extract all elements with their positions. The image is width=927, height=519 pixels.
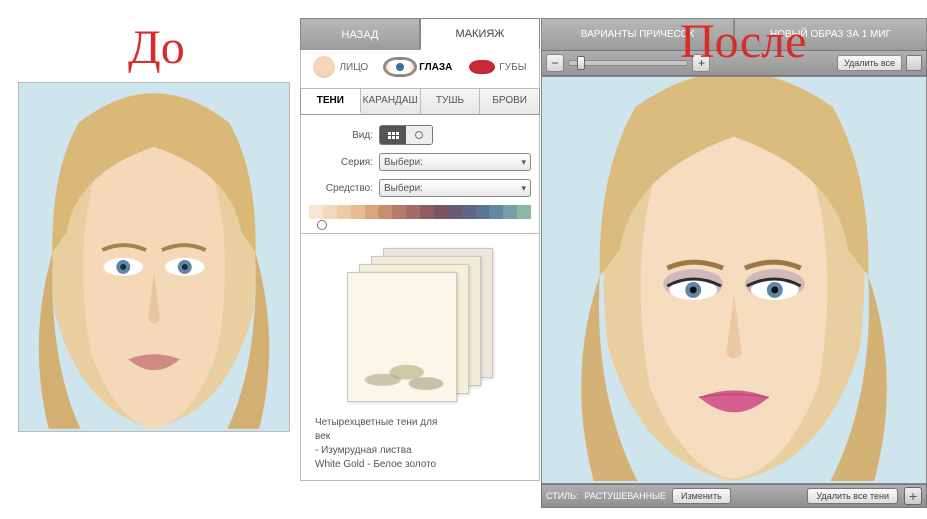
face-illustration-after — [542, 77, 926, 483]
product-label: Средство: — [309, 183, 373, 194]
swatch-line: - Изумрудная листва — [315, 444, 525, 458]
face-icon — [313, 56, 335, 78]
palette-swatch[interactable] — [420, 205, 434, 219]
palette-swatch[interactable] — [476, 205, 490, 219]
top-tabs: НАЗАД МАКИЯЖ — [300, 18, 540, 50]
swatch-line: век — [315, 430, 525, 444]
palette-swatch[interactable] — [378, 205, 392, 219]
zoom-in-button[interactable]: + — [692, 54, 710, 72]
palette-swatch[interactable] — [434, 205, 448, 219]
view-grid-button[interactable] — [380, 126, 406, 144]
delete-all-button[interactable]: Удалить все — [837, 55, 902, 71]
zoom-slider[interactable] — [568, 60, 688, 66]
palette-swatch[interactable] — [337, 205, 351, 219]
zoom-out-button[interactable]: − — [546, 54, 564, 72]
right-toolbar: − + Удалить все — [541, 50, 927, 76]
palette-swatch[interactable] — [448, 205, 462, 219]
grid-icon — [388, 132, 399, 139]
face-tab-face[interactable]: ЛИЦО — [313, 56, 368, 78]
palette-swatch[interactable] — [309, 205, 323, 219]
before-photo — [18, 82, 290, 432]
single-icon — [415, 131, 423, 139]
tab-makeup[interactable]: МАКИЯЖ — [420, 18, 540, 50]
cat-shadows[interactable]: ТЕНИ — [301, 89, 361, 114]
swatch-description: Четырехцветные тени для век - Изумрудная… — [315, 416, 525, 472]
face-illustration-before — [19, 83, 289, 431]
tab-back[interactable]: НАЗАД — [300, 18, 420, 50]
tab-new-look[interactable]: НОВЫЙ ОБРАЗ ЗА 1 МИГ — [734, 18, 927, 50]
cat-brows[interactable]: БРОВИ — [480, 89, 539, 114]
view-toggle — [379, 125, 433, 145]
cat-pencil[interactable]: КАРАНДАШ — [361, 89, 421, 114]
category-tabs: ТЕНИ КАРАНДАШ ТУШЬ БРОВИ — [300, 89, 540, 115]
palette-swatch[interactable] — [489, 205, 503, 219]
cat-mascara[interactable]: ТУШЬ — [421, 89, 481, 114]
change-style-button[interactable]: Изменить — [672, 488, 731, 504]
palette-swatch[interactable] — [351, 205, 365, 219]
face-tab-lips[interactable]: ГУБЫ — [469, 60, 526, 74]
face-tab-label: ГЛАЗА — [419, 62, 452, 73]
view-single-button[interactable] — [406, 126, 432, 144]
annotation-before: До — [128, 20, 185, 75]
palette-slider[interactable] — [309, 223, 531, 227]
lips-icon — [469, 60, 495, 74]
view-label: Вид: — [309, 130, 373, 141]
series-select[interactable]: Выбери: — [379, 153, 531, 171]
product-select-value: Выбери: — [384, 183, 423, 194]
eye-icon — [385, 59, 415, 75]
after-photo[interactable] — [541, 76, 927, 484]
palette-swatch[interactable] — [323, 205, 337, 219]
palette-swatch[interactable] — [365, 205, 379, 219]
right-bottom-bar: СТИЛЬ: РАСТУШЕВАННЫЕ Изменить Удалить вс… — [541, 484, 927, 508]
series-label: Серия: — [309, 157, 373, 168]
tab-hairstyles[interactable]: ВАРИАНТЫ ПРИЧЕСОК — [541, 18, 734, 50]
palette-swatch[interactable] — [503, 205, 517, 219]
product-select[interactable]: Выбери: — [379, 179, 531, 197]
palette-swatch[interactable] — [392, 205, 406, 219]
palette-swatch[interactable] — [462, 205, 476, 219]
right-panel: ВАРИАНТЫ ПРИЧЕСОК НОВЫЙ ОБРАЗ ЗА 1 МИГ −… — [541, 0, 927, 519]
center-panel: НАЗАД МАКИЯЖ ЛИЦО ГЛАЗА ГУБЫ ТЕНИ КАРАНД… — [300, 0, 540, 519]
series-select-value: Выбери: — [384, 157, 423, 168]
delete-all-shadows-button[interactable]: Удалить все тени — [807, 488, 898, 504]
right-top-tabs: ВАРИАНТЫ ПРИЧЕСОК НОВЫЙ ОБРАЗ ЗА 1 МИГ — [541, 18, 927, 50]
face-tab-eyes[interactable]: ГЛАЗА — [385, 59, 452, 75]
style-label: СТИЛЬ: — [546, 491, 578, 501]
zoom-thumb[interactable] — [577, 56, 585, 70]
swatch-card — [347, 272, 457, 402]
palette-swatch[interactable] — [406, 205, 420, 219]
slider-thumb[interactable] — [317, 220, 327, 230]
add-button[interactable]: + — [904, 487, 922, 505]
swatch-stack[interactable] — [345, 248, 495, 398]
toolbar-square-button[interactable] — [906, 55, 922, 71]
swatch-line: Четырехцветные тени для — [315, 416, 525, 430]
options-panel: Вид: Серия: Выбери: Средство: Выбери: — [300, 115, 540, 234]
face-tab-label: ЛИЦО — [339, 62, 368, 73]
face-tab-label: ГУБЫ — [499, 62, 526, 73]
face-area-tabs: ЛИЦО ГЛАЗА ГУБЫ — [300, 50, 540, 89]
style-value: РАСТУШЕВАННЫЕ — [584, 491, 666, 501]
powder-graphic — [354, 357, 450, 395]
palette-swatch[interactable] — [517, 205, 531, 219]
swatch-line: White Gold - Белое золото — [315, 458, 525, 472]
swatch-preview-frame: Четырехцветные тени для век - Изумрудная… — [300, 234, 540, 481]
color-palette[interactable] — [309, 205, 531, 219]
